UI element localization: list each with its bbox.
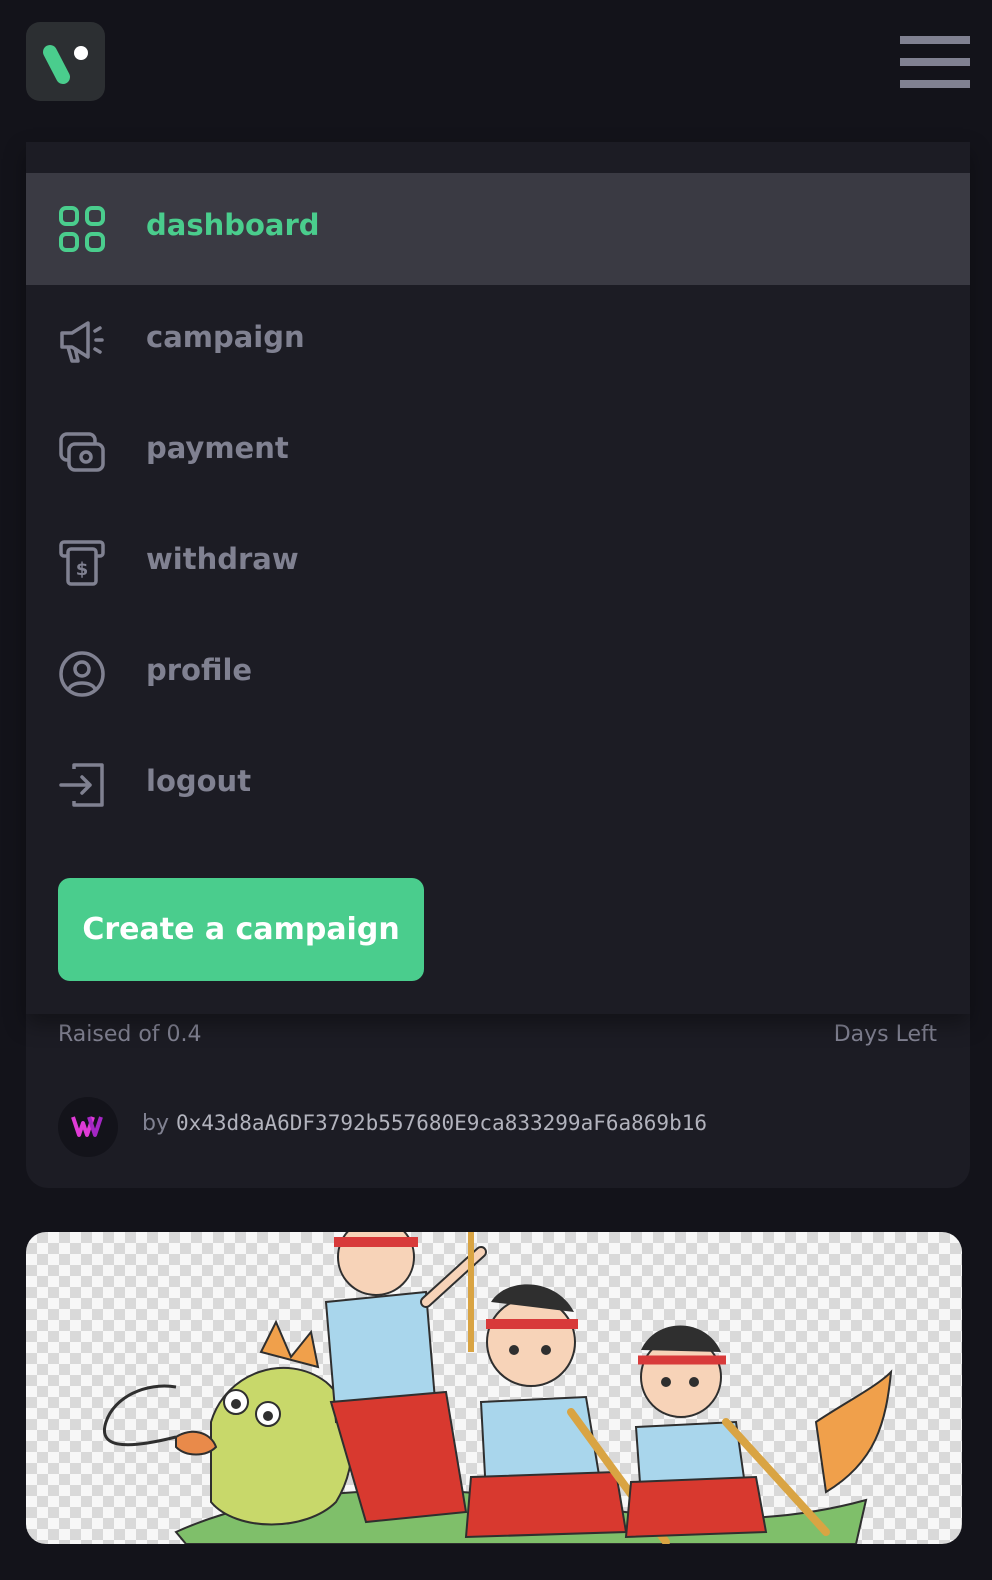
menu-item-label: profile xyxy=(146,653,253,687)
user-circle-icon xyxy=(59,651,105,697)
owner-avatar-icon xyxy=(71,1116,103,1137)
logout-arrow-icon xyxy=(59,763,104,807)
svg-text:$: $ xyxy=(76,559,89,580)
menu-item-payment[interactable]: payment xyxy=(26,396,970,508)
days-left-label: Days Left xyxy=(833,1022,937,1047)
hamburger-menu-icon[interactable] xyxy=(900,36,970,88)
menu-item-label: withdraw xyxy=(146,542,299,576)
hamburger-line xyxy=(900,80,970,88)
megaphone-icon xyxy=(60,321,104,363)
withdraw-dollar-icon: $ xyxy=(59,540,105,586)
menu-item-dashboard[interactable]: dashboard xyxy=(26,173,970,285)
money-icon xyxy=(59,432,105,472)
menu-item-campaign[interactable]: campaign xyxy=(26,285,970,397)
menu-item-label: campaign xyxy=(146,320,305,354)
raised-label: Raised of 0.4 xyxy=(58,1022,202,1047)
mobile-nav-menu: dashboard campaign payment $ withdraw pr… xyxy=(26,142,970,1014)
owner-avatar xyxy=(58,1097,118,1157)
menu-item-label: dashboard xyxy=(146,208,320,242)
create-campaign-button[interactable]: Create a campaign xyxy=(58,878,424,981)
brand-logo-icon xyxy=(43,45,88,84)
menu-item-withdraw[interactable]: $ withdraw xyxy=(26,507,970,619)
hamburger-line xyxy=(900,36,970,44)
menu-item-profile[interactable]: profile xyxy=(26,618,970,730)
owner-address: 0x43d8aA6DF3792b557680E9ca833299aF6a869b… xyxy=(175,1111,707,1135)
menu-item-label: payment xyxy=(146,431,289,465)
menu-item-label: logout xyxy=(146,764,252,798)
brand-logo[interactable] xyxy=(26,22,105,101)
hamburger-line xyxy=(900,58,970,66)
menu-item-logout[interactable]: logout xyxy=(26,729,970,841)
campaign-image[interactable] xyxy=(26,1232,962,1544)
dashboard-grid-icon xyxy=(59,206,105,252)
owner-line: by 0x43d8aA6DF3792b557680E9ca833299aF6a8… xyxy=(142,1111,707,1136)
by-prefix: by xyxy=(142,1111,169,1136)
dragon-boat-illustration xyxy=(102,1232,893,1544)
